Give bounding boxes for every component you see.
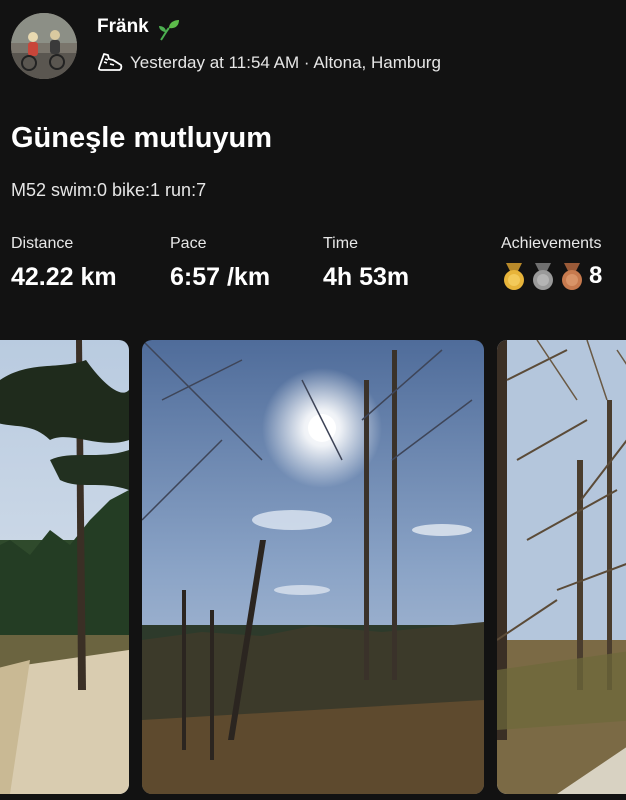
stat-distance: Distance 42.22 km xyxy=(11,235,117,292)
stat-achievements[interactable]: Achievements 8 xyxy=(501,235,602,291)
stat-label: Time xyxy=(323,235,358,252)
stat-value: 6:57 /km xyxy=(170,263,271,291)
running-shoe-icon xyxy=(97,53,123,71)
athlete-name[interactable]: Fränk xyxy=(97,16,149,38)
achievement-count: 8 xyxy=(589,262,603,289)
photo-sun-heath[interactable] xyxy=(142,340,484,794)
stat-pace: Pace 6:57 /km xyxy=(170,235,270,292)
stat-label: Pace xyxy=(170,235,207,252)
activity-meta: Yesterday at 11:54 AM · Altona, Hamburg xyxy=(130,53,441,72)
athlete-avatar[interactable] xyxy=(11,13,77,79)
stat-label: Achievements xyxy=(501,235,602,252)
stat-label: Distance xyxy=(11,235,74,252)
activity-title[interactable]: Güneşle mutluyum xyxy=(11,122,272,155)
activity-header: Fränk Yesterday at 11:54 AM · Altona, Ha… xyxy=(0,0,626,100)
photo-bare-trees[interactable] xyxy=(497,340,626,794)
activity-description: M52 swim:0 bike:1 run:7 xyxy=(11,180,207,200)
bronze-medal-icon xyxy=(562,263,582,290)
sprout-icon xyxy=(159,20,179,41)
silver-medal-icon xyxy=(533,263,553,290)
stat-time: Time 4h 53m xyxy=(323,235,409,292)
gold-medal-icon xyxy=(504,263,524,290)
photo-pine-path[interactable] xyxy=(0,340,129,794)
stat-value: 4h 53m xyxy=(323,263,410,291)
stat-value: 42.22 km xyxy=(11,263,117,291)
